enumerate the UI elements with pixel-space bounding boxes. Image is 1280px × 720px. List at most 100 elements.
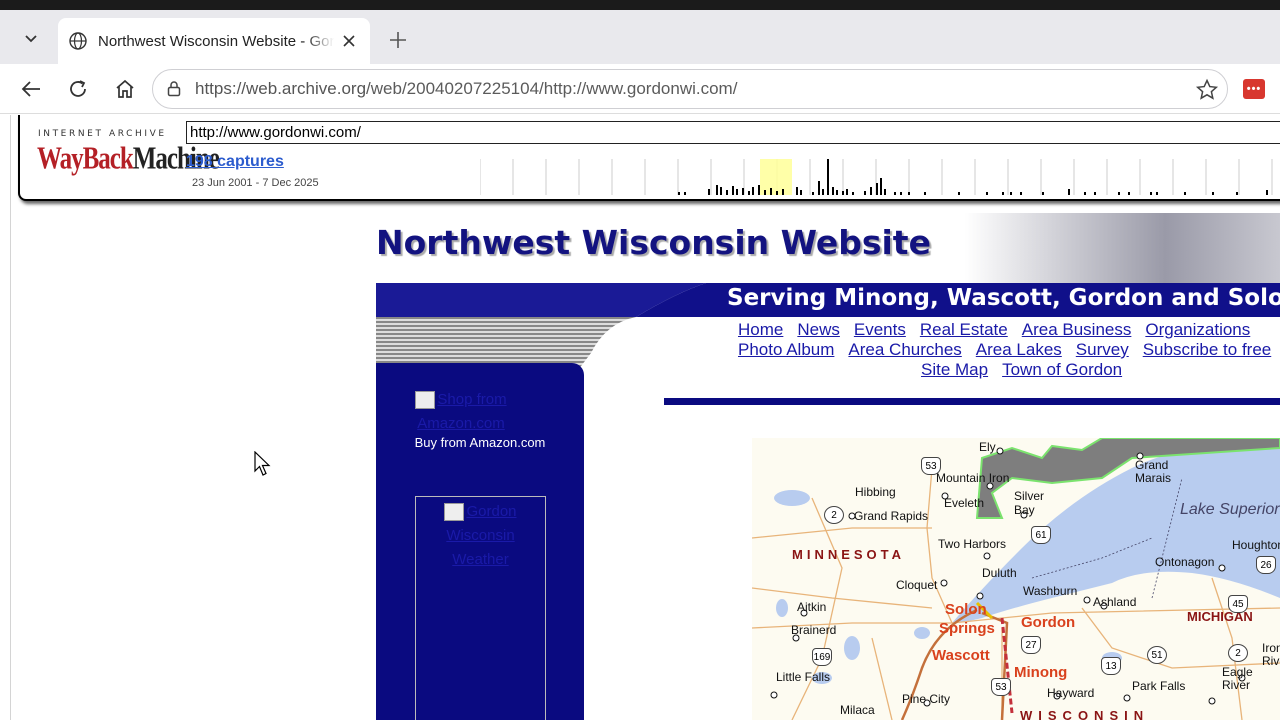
area-map[interactable]: Lake Superior MINNESOTA MICHIGAN WISCONS… xyxy=(752,438,1280,720)
route-shield: 61 xyxy=(1031,526,1051,544)
route-shield: 169 xyxy=(812,648,832,666)
map-city: Grand Marais xyxy=(1135,458,1172,485)
map-city: Silver Bay xyxy=(1014,489,1045,517)
wayback-logo-caption: INTERNET ARCHIVE xyxy=(38,129,167,139)
map-city: Ashland xyxy=(1093,595,1137,609)
nav-link-site-map[interactable]: Site Map xyxy=(921,360,988,379)
nav-link-events[interactable]: Events xyxy=(854,320,906,339)
nav-link-town-of-gordon[interactable]: Town of Gordon xyxy=(1002,360,1122,379)
url-path: /web/20040207225104/http://www.gordonwi.… xyxy=(366,79,738,98)
route-shield: 53 xyxy=(921,457,941,475)
map-city: Hibbing xyxy=(855,485,896,499)
route-shield: 26 xyxy=(1256,556,1276,574)
globe-icon xyxy=(69,32,87,50)
site-title: Northwest Wisconsin Website xyxy=(376,223,931,262)
nav-link-area-lakes[interactable]: Area Lakes xyxy=(976,340,1062,359)
route-shield: 45 xyxy=(1228,595,1248,613)
nav-link-survey[interactable]: Survey xyxy=(1076,340,1129,359)
map-city: Aitkin xyxy=(797,600,827,614)
wayback-captures-link[interactable]: 198 captures xyxy=(186,153,284,171)
broken-image-icon xyxy=(444,503,465,522)
map-city: Houghton xyxy=(1232,538,1280,552)
map-label-wisconsin: WISCONSIN xyxy=(1020,708,1150,720)
tab-close-button[interactable] xyxy=(340,32,358,50)
tab-list-button[interactable] xyxy=(14,24,48,52)
map-highlight-springs: Springs xyxy=(939,620,995,637)
home-icon xyxy=(116,79,134,98)
bookmark-star-icon[interactable] xyxy=(1195,78,1219,102)
map-city: Hayward xyxy=(1047,686,1095,700)
nav-link-area-churches[interactable]: Area Churches xyxy=(848,340,961,359)
page-left-border xyxy=(10,115,11,720)
nav-link-organizations[interactable]: Organizations xyxy=(1145,320,1250,339)
tab-title: Northwest Wisconsin Website - Gordon xyxy=(98,32,334,50)
nav-row-2: Photo Album Area Churches Area Lakes Survey… xyxy=(738,340,1280,360)
route-shield: 13 xyxy=(1101,657,1121,675)
wayback-url-input[interactable]: http://www.gordonwi.com/ xyxy=(186,121,1280,144)
route-shield: 2 xyxy=(824,506,844,524)
tab-strip: Northwest Wisconsin Website - Gordon xyxy=(0,0,1280,64)
map-label-minnesota: MINNESOTA xyxy=(792,547,906,562)
url-host: https://web.archive.org xyxy=(195,79,367,98)
map-city: Eveleth xyxy=(944,496,985,510)
chevron-down-icon xyxy=(25,35,37,43)
nav-link-area-business[interactable]: Area Business xyxy=(1022,320,1132,339)
map-highlight-minong: Minong xyxy=(1014,664,1068,681)
tab-active[interactable]: Northwest Wisconsin Website - Gordon xyxy=(58,18,370,64)
close-icon xyxy=(343,35,355,47)
wayback-toolbar: INTERNET ARCHIVE WayBackMachine http://w… xyxy=(18,115,1280,201)
home-button[interactable] xyxy=(110,74,140,104)
map-city: Washburn xyxy=(1023,584,1078,598)
url-text: https://web.archive.org/web/200402072251… xyxy=(195,79,737,99)
map-city: Grand Rapids xyxy=(854,509,929,523)
plus-icon xyxy=(390,32,406,48)
address-bar[interactable]: https://web.archive.org/web/200402072251… xyxy=(152,69,1228,109)
site-info-lock-icon[interactable] xyxy=(165,80,183,98)
browser-window: Northwest Wisconsin Website - Gordon htt… xyxy=(0,0,1280,720)
map-label-lake-superior: Lake Superior xyxy=(1180,501,1280,518)
mouse-cursor-icon xyxy=(254,451,271,476)
weather-image-link[interactable]: Gordon Wisconsin Weather xyxy=(420,500,541,572)
new-tab-button[interactable] xyxy=(384,26,412,54)
map-city: Ely xyxy=(979,440,996,454)
map-city: Park Falls xyxy=(1132,679,1186,693)
nav-link-real-estate[interactable]: Real Estate xyxy=(920,320,1008,339)
nav-row-1: Home News Events Real Estate Area Business Or… xyxy=(738,320,1264,340)
back-button[interactable] xyxy=(16,74,46,104)
nav-link-subscribe[interactable]: Subscribe to free xyxy=(1143,340,1272,359)
map-city: Two Harbors xyxy=(938,537,1007,551)
extension-icon[interactable]: ••• xyxy=(1243,79,1265,99)
map-highlight-wascott: Wascott xyxy=(932,647,990,664)
map-city: Ontonagon xyxy=(1155,555,1215,569)
map-city: Little Falls xyxy=(776,670,831,684)
reload-button[interactable] xyxy=(63,74,93,104)
map-city: Mountain Iron xyxy=(936,471,1010,485)
route-shield: 53 xyxy=(991,678,1011,696)
map-highlight-solon: Solon xyxy=(945,601,987,618)
map-city: Duluth xyxy=(982,566,1017,580)
nav-row-3: Site Map Town of Gordon xyxy=(921,360,1136,380)
map-city: Iron River xyxy=(1262,641,1280,668)
map-highlight-gordon: Gordon xyxy=(1021,614,1076,631)
map-city: Cloquet xyxy=(896,578,938,592)
reload-icon xyxy=(70,80,86,97)
wayback-date-range: 23 Jun 2001 - 7 Dec 2025 xyxy=(192,177,319,189)
nav-link-news[interactable]: News xyxy=(797,320,840,339)
navigation-toolbar: https://web.archive.org/web/200402072251… xyxy=(0,64,1280,114)
page-content: INTERNET ARCHIVE WayBackMachine http://w… xyxy=(0,115,1280,720)
content-divider xyxy=(664,398,1280,405)
nav-link-photo-album[interactable]: Photo Album xyxy=(738,340,834,359)
map-city: Brainerd xyxy=(791,623,837,637)
route-shield: 51 xyxy=(1147,646,1167,664)
nav-link-home[interactable]: Home xyxy=(738,320,783,339)
wayback-capture-sparkline[interactable] xyxy=(480,159,1280,195)
banner-text: Serving Minong, Wascott, Gordon and Solo… xyxy=(727,285,1280,311)
amazon-caption: Buy from Amazon.com xyxy=(414,435,546,450)
amazon-image-link[interactable]: Shop from Amazon.com xyxy=(376,388,546,436)
map-city: Pine City xyxy=(902,692,951,706)
arrow-left-icon xyxy=(21,81,40,97)
route-shield: 2 xyxy=(1228,644,1248,662)
broken-image-icon xyxy=(415,391,436,410)
map-city: Milaca xyxy=(840,703,875,717)
wayback-logo-word1: WayBack xyxy=(37,142,134,176)
